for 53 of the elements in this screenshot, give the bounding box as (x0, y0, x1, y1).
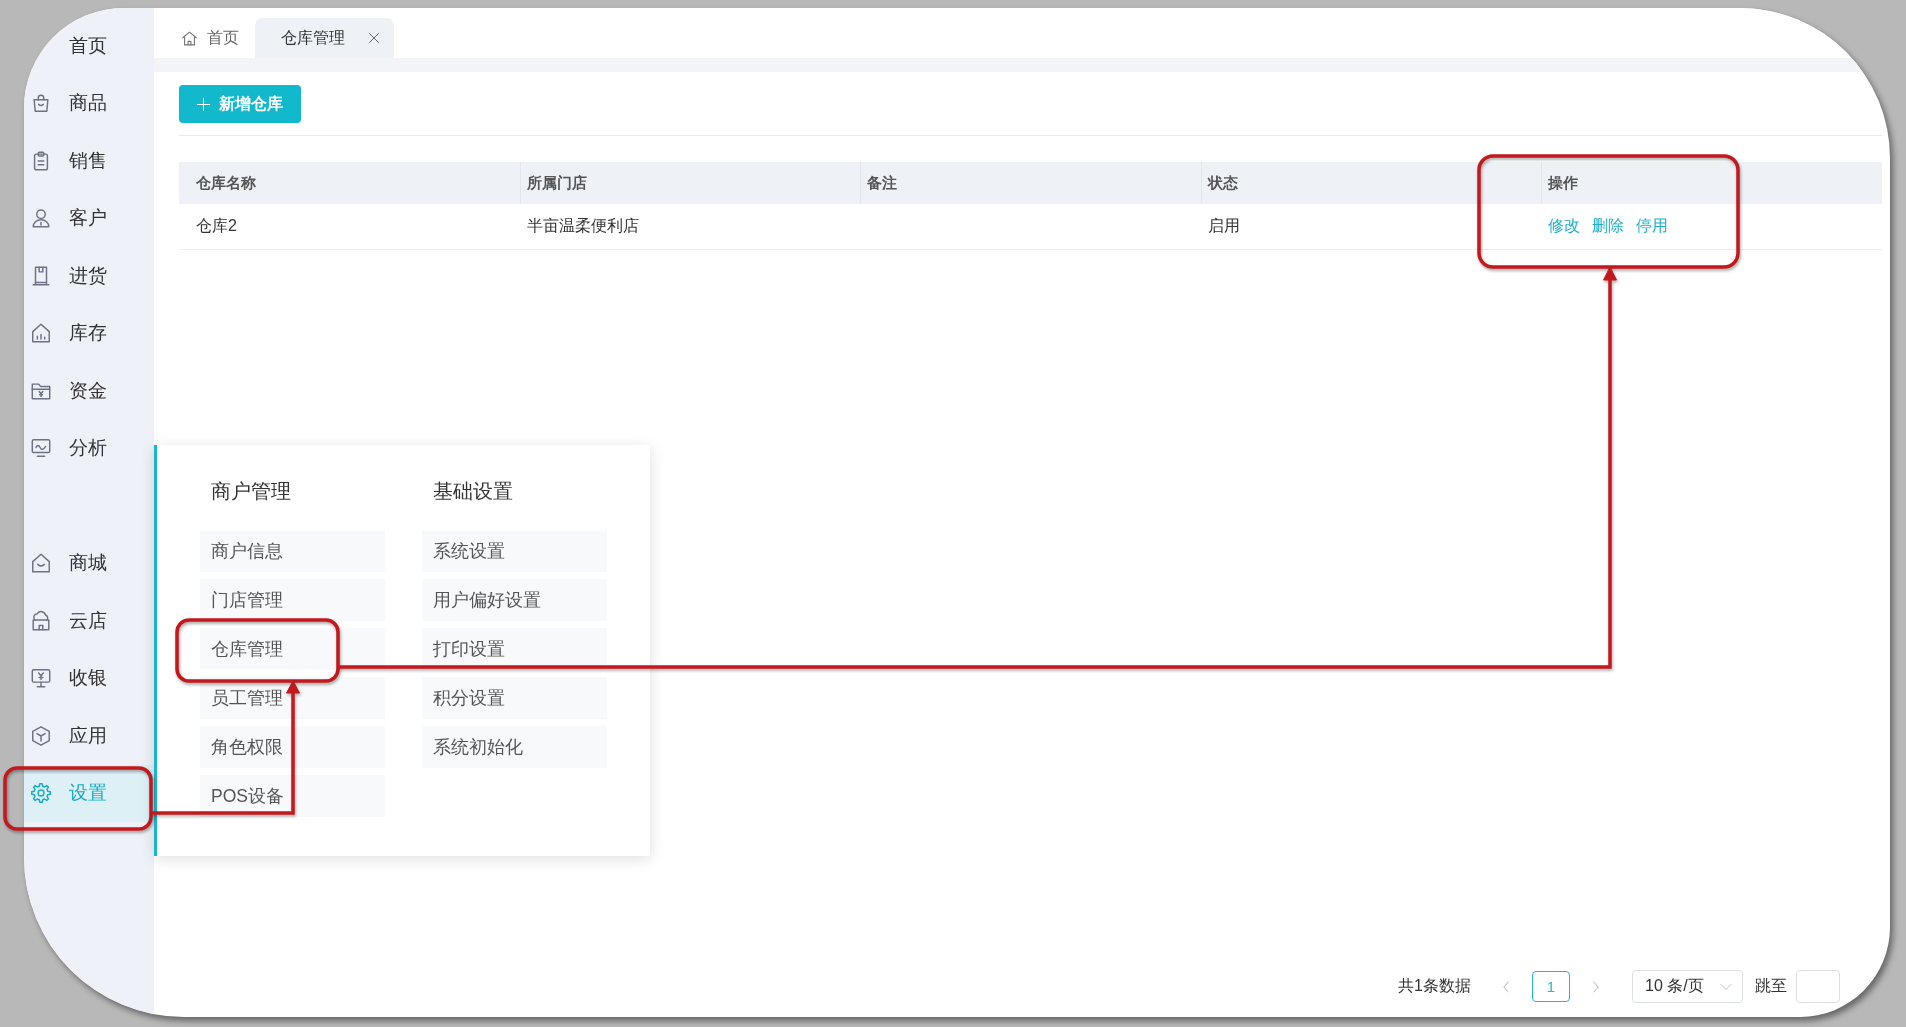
sidebar-item[interactable]: 商品 (24, 74, 154, 132)
tab[interactable]: 仓库管理 (255, 18, 394, 58)
column-header: 状态 (1207, 173, 1238, 193)
table-text: 仓库2 (196, 216, 237, 236)
column-header: 操作 (1548, 173, 1579, 193)
sidebar-item[interactable]: 收银 (24, 649, 154, 707)
cloud-building-icon (30, 609, 52, 632)
settings-icon (30, 782, 52, 805)
jump-input[interactable] (1796, 970, 1840, 1003)
menu-item[interactable]: 商户信息 (200, 530, 385, 572)
menu-item[interactable]: 角色权限 (200, 726, 385, 768)
sidebar-item[interactable]: 云店 (24, 592, 154, 650)
menu-item[interactable]: 用户偏好设置 (422, 579, 607, 621)
monitor-icon (30, 437, 52, 460)
menu-item[interactable]: POS设备 (200, 775, 385, 817)
menu-item[interactable]: 系统初始化 (422, 726, 607, 768)
menu-item[interactable]: 打印设置 (422, 628, 607, 670)
sidebar-item[interactable]: 客户 (24, 189, 154, 247)
yen-monitor-icon (30, 667, 52, 690)
total-count: 共1条数据 (1398, 976, 1471, 996)
plus-icon (196, 96, 211, 112)
smile-house-icon (30, 552, 52, 575)
sidebar-item[interactable]: 销售 (24, 132, 154, 190)
column-header: 备注 (867, 173, 898, 193)
sidebar-item[interactable]: 进货 (24, 247, 154, 305)
menu-item[interactable]: 系统设置 (422, 530, 607, 572)
chevron-left-icon[interactable] (1500, 980, 1512, 993)
close-icon[interactable] (368, 32, 380, 44)
sidebar-item[interactable]: 商城 (24, 534, 154, 592)
menu-heading: 商户管理 (211, 479, 291, 504)
sidebar-item[interactable]: 首页 (69, 17, 154, 75)
table-text: 半亩温柔便利店 (526, 216, 639, 236)
column-header: 所属门店 (526, 173, 587, 193)
menu-heading: 基础设置 (433, 479, 513, 504)
menu-item[interactable]: 积分设置 (422, 677, 607, 719)
book-icon (30, 264, 52, 287)
menu-item[interactable]: 门店管理 (200, 579, 385, 621)
menu-item[interactable]: 员工管理 (200, 677, 385, 719)
column-header: 仓库名称 (196, 173, 256, 193)
home-icon (181, 29, 198, 47)
menu-item[interactable]: 仓库管理 (200, 628, 385, 670)
sidebar-item[interactable]: 库存 (24, 304, 154, 362)
sidebar-item[interactable]: 资金 (24, 362, 154, 420)
house-icon (30, 322, 52, 345)
page-size-select[interactable]: 10 条/页 (1632, 970, 1743, 1003)
sidebar-item[interactable]: 应用 (24, 707, 154, 765)
bag-icon (30, 92, 52, 115)
person-icon (30, 207, 52, 230)
table-text: 启用 (1207, 216, 1240, 236)
cube-icon (30, 724, 52, 747)
jump-label: 跳至 (1755, 976, 1787, 996)
chevron-right-icon[interactable] (1590, 980, 1602, 993)
sidebar-item[interactable]: 分析 (24, 419, 154, 477)
